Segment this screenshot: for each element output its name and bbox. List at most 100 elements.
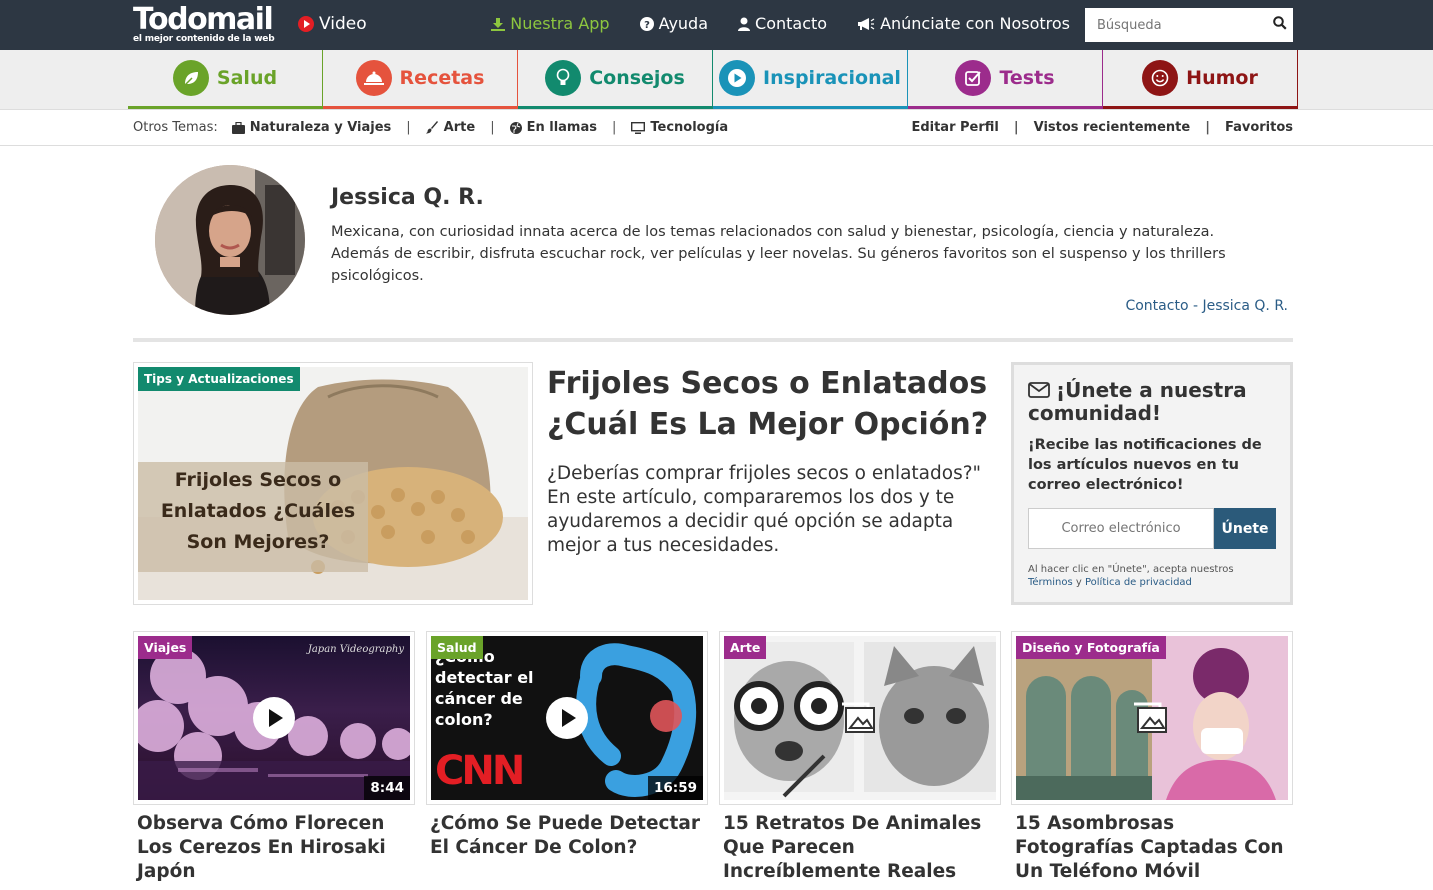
avatar [155,165,305,315]
video-duration: 16:59 [648,776,703,800]
video-link-label: Video [319,14,367,34]
category-inspiracional-label: Inspiracional [763,67,901,89]
top-links: Nuestra App ? Ayuda Contacto Anúnciate c… [491,14,1070,33]
category-inspiracional[interactable]: Inspiracional [713,50,908,109]
divider: | [1013,120,1019,135]
gallery-icon[interactable] [840,698,880,738]
smile-icon [1142,60,1179,96]
card-title[interactable]: 15 Retratos De Animales Que Parecen Incr… [719,812,1001,884]
featured-description: ¿Deberías comprar frijoles secos o enlat… [547,463,982,556]
topic-naturaleza[interactable]: Naturaleza y Viajes [231,120,392,135]
app-link-label: Nuestra App [510,14,610,33]
divider: | [406,120,411,135]
advertise-link-label: Anúnciate con Nosotros [880,14,1070,33]
contact-link[interactable]: Contacto [738,14,827,33]
topic-arte[interactable]: Arte [425,120,476,135]
favorites-link[interactable]: Favoritos [1225,120,1293,135]
newsletter-title-text: ¡Únete a nuestra comunidad! [1028,378,1247,425]
advertise-link[interactable]: Anúnciate con Nosotros [857,14,1070,33]
globe-icon [509,121,522,134]
topic-arte-label: Arte [443,120,476,135]
author-profile: Jessica Q. R. Mexicana, con curiosidad i… [133,145,1293,342]
privacy-link[interactable]: Política de privacidad [1085,577,1192,588]
sub-nav: Otros Temas: Naturaleza y Viajes | Arte … [0,110,1433,146]
terms-prefix: Al hacer clic en "Únete", acepta nuestro… [1028,564,1234,575]
featured-image-text: Frijoles Secos o Enlatados ¿Cuáles Son M… [160,469,356,553]
logo-text: Todomail [133,2,274,37]
card-thumbnail[interactable]: Diseño y Fotografía [1011,631,1293,805]
category-tag[interactable]: Tips y Actualizaciones [138,367,300,391]
join-button[interactable]: Únete [1214,508,1276,549]
newsletter-form: Únete [1028,508,1276,549]
featured-title[interactable]: Frijoles Secos o Enlatados ¿Cuál Es La M… [547,363,997,445]
featured-image[interactable]: Frijoles Secos o Enlatados ¿Cuáles Son M… [133,362,533,605]
recently-viewed-link[interactable]: Vistos recientemente [1034,120,1191,135]
search-input[interactable] [1085,8,1267,42]
contact-link-label: Contacto [755,14,828,33]
card-title[interactable]: ¿Cómo Se Puede Detectar El Cáncer De Col… [426,812,708,860]
help-link[interactable]: ? Ayuda [639,14,708,33]
category-consejos-label: Consejos [589,67,685,89]
video-duration: 8:44 [364,776,410,800]
top-bar: Todomail el mejor contenido de la web Vi… [0,0,1433,50]
email-field[interactable] [1028,508,1214,549]
play-button-icon[interactable] [546,697,588,739]
author-contact-link[interactable]: Contacto - Jessica Q. R. [1125,298,1288,314]
category-salud-label: Salud [216,67,278,89]
suitcase-icon [231,121,245,134]
terms-link[interactable]: Términos [1028,577,1073,588]
topic-tecnologia[interactable]: Tecnología [631,120,728,135]
article-card[interactable]: Arte 15 Retratos De Animales Que Parecen… [719,631,1001,884]
card-title[interactable]: 15 Asombrosas Fotografías Captadas Con U… [1011,812,1293,884]
play-icon [719,60,756,96]
category-consejos[interactable]: Consejos [518,50,713,109]
card-thumbnail[interactable]: ¿Cómo detectar el cáncer de colon? CNN 1… [426,631,708,805]
search-box [1085,8,1293,42]
topic-naturaleza-label: Naturaleza y Viajes [249,120,392,135]
category-tag[interactable]: Salud [431,636,483,659]
card-thumbnail[interactable]: Japan Videography 8:44 Viajes [133,631,415,805]
category-recetas-label: Recetas [399,67,485,89]
topic-en-llamas[interactable]: En llamas [509,120,597,135]
question-icon: ? [639,16,654,31]
article-card[interactable]: Japan Videography 8:44 Viajes Observa Có… [133,631,415,884]
newsletter-subtitle: ¡Recibe las notificaciones de los artícu… [1028,437,1262,493]
article-card[interactable]: Diseño y Fotografía 15 Asombrosas Fotogr… [1011,631,1293,884]
cnn-logo: CNN [435,748,525,794]
divider: | [490,120,495,135]
category-tag[interactable]: Viajes [138,636,193,659]
newsletter-box: ¡Únete a nuestra comunidad! ¡Recibe las … [1011,362,1293,605]
card-thumbnail[interactable]: Arte [719,631,1001,805]
newsletter-title: ¡Únete a nuestra comunidad! [1028,379,1276,425]
edit-profile-link[interactable]: Editar Perfil [911,120,998,135]
gallery-icon[interactable] [1132,698,1172,738]
author-name: Jessica Q. R. [331,185,484,210]
app-link[interactable]: Nuestra App [491,14,610,33]
search-icon[interactable] [1267,16,1293,34]
user-icon [738,17,751,31]
play-button-icon[interactable] [253,697,295,739]
video-watermark: Japan Videography [307,644,404,655]
terms-and: y [1075,577,1082,588]
svg-text:?: ? [644,20,650,31]
article-card[interactable]: ¿Cómo detectar el cáncer de colon? CNN 1… [426,631,708,860]
envelope-icon [1028,382,1050,398]
category-recetas[interactable]: Recetas [323,50,518,109]
category-tests[interactable]: Tests [908,50,1103,109]
topic-tecnologia-label: Tecnología [650,120,729,135]
brush-icon [425,121,438,134]
category-tag[interactable]: Diseño y Fotografía [1016,636,1166,659]
topic-en-llamas-label: En llamas [526,120,597,135]
category-tests-label: Tests [999,67,1055,89]
site-logo[interactable]: Todomail el mejor contenido de la web [133,4,283,46]
video-link[interactable]: Video [298,14,367,34]
leaf-icon [172,60,209,96]
divider: | [1205,120,1210,135]
cloche-icon [355,60,392,96]
play-circle-icon [298,16,314,32]
monitor-icon [631,121,646,134]
category-humor[interactable]: Humor [1103,50,1298,109]
card-title[interactable]: Observa Cómo Florecen Los Cerezos En Hir… [133,812,415,884]
category-tag[interactable]: Arte [724,636,767,659]
category-salud[interactable]: Salud [128,50,323,109]
